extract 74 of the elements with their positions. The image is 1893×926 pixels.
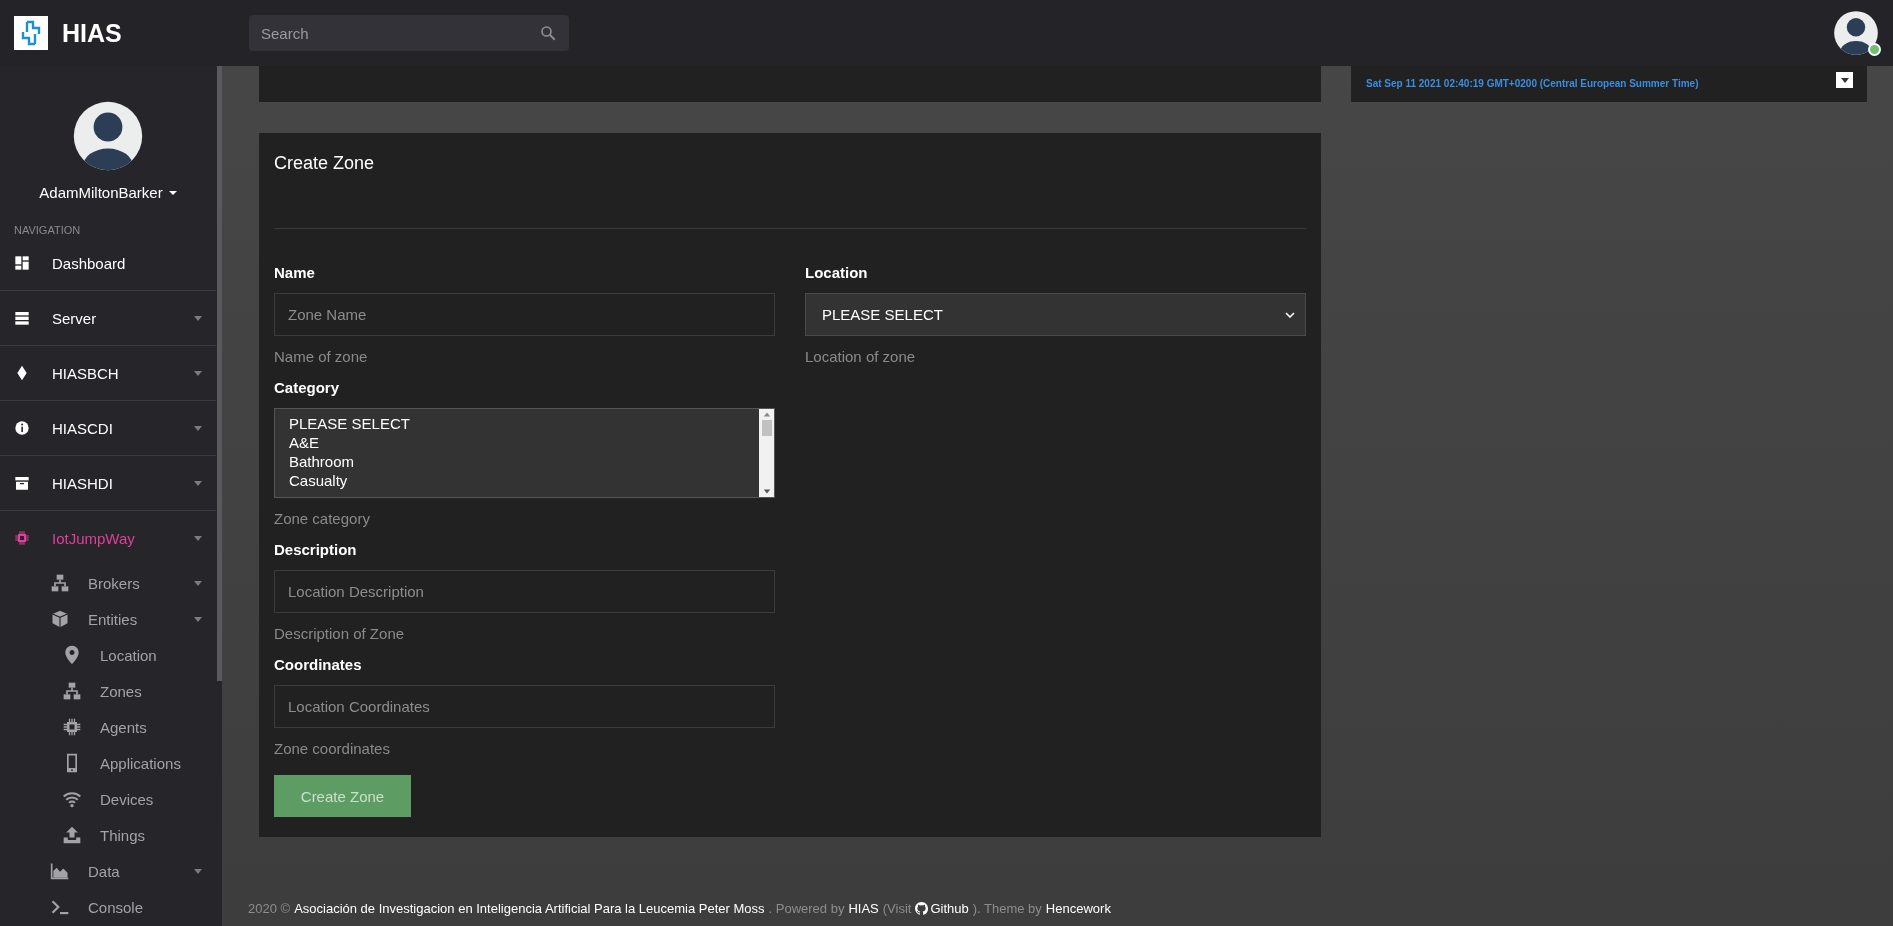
user-avatar[interactable] — [1833, 10, 1879, 56]
cube-icon — [50, 609, 70, 629]
field-label: Description — [274, 541, 358, 558]
field-label: Name — [274, 264, 316, 281]
nav-item[interactable]: HIASCDI — [0, 401, 216, 455]
footer-link[interactable]: Hencework — [1045, 901, 1111, 916]
card-title: Create Zone — [274, 153, 376, 174]
listbox-option[interactable]: PLEASE SELECT — [289, 414, 745, 433]
logo-icon[interactable] — [14, 16, 48, 50]
nav-item[interactable]: Console — [0, 889, 216, 925]
category-listbox[interactable]: PLEASE SELECT A&E Bathroom Casualty — [274, 408, 775, 498]
footer-text: ). Theme by — [972, 901, 1042, 916]
info-icon — [14, 420, 30, 436]
help-text: Description of Zone — [274, 625, 406, 642]
network-icon — [50, 573, 70, 593]
listbox-option[interactable]: Casualty — [289, 471, 745, 490]
dropdown-button[interactable] — [1836, 72, 1853, 88]
user-menu[interactable]: AdamMiltonBarker — [39, 184, 177, 201]
nav-item[interactable]: Location — [0, 637, 216, 673]
help-text: Zone category — [274, 510, 371, 527]
scroll-up-icon[interactable] — [762, 411, 771, 417]
footer-text: . Powered by — [768, 901, 845, 916]
timestamp: Sat Sep 11 2021 02:40:19 GMT+0200 (Central European Summer Time) — [1366, 78, 1699, 89]
help-text: Location of zone — [805, 348, 917, 365]
nav-item[interactable]: HIASHDI — [0, 456, 216, 510]
nav-item[interactable]: Things — [0, 817, 216, 853]
help-text: Name of zone — [274, 348, 369, 365]
caret-icon — [1840, 77, 1849, 83]
chip-icon — [62, 717, 82, 737]
section-label: NAVIGATION — [13, 223, 82, 236]
scroll-thumb[interactable] — [761, 420, 772, 436]
scrollbar[interactable] — [217, 66, 222, 681]
nav-item[interactable]: Dashboard — [0, 236, 216, 290]
footer-link[interactable]: HIAS — [848, 901, 879, 916]
footer-text: (Visit — [882, 901, 912, 916]
nav-item[interactable]: Zones — [0, 673, 216, 709]
network-icon — [62, 681, 82, 701]
scroll-down-icon[interactable] — [762, 489, 771, 495]
scrollbar[interactable] — [759, 409, 774, 497]
dashboard-icon — [14, 255, 30, 271]
pin-icon — [62, 645, 82, 665]
select-field[interactable]: PLEASE SELECT — [805, 293, 1306, 336]
field-label: Coordinates — [274, 656, 363, 673]
listbox-option[interactable]: Bathroom — [289, 452, 745, 471]
search-icon[interactable] — [539, 24, 557, 42]
input-field[interactable]: Location Description — [274, 570, 775, 613]
footer-link[interactable]: Asociación de Investigacion en Inteligencia Artificial Para la Leucemia Peter Moss — [294, 901, 765, 916]
server-icon — [14, 310, 30, 326]
nav-item[interactable]: Brokers — [0, 565, 216, 601]
chart-icon — [50, 861, 70, 881]
wifi-icon — [62, 789, 82, 809]
field-label: Category — [274, 379, 341, 396]
input-field[interactable]: Zone Name — [274, 293, 775, 336]
nav-item[interactable]: Server — [0, 291, 216, 345]
chip-icon — [14, 530, 30, 546]
search-field[interactable]: Search — [249, 15, 569, 51]
listbox-option[interactable]: A&E — [289, 433, 745, 452]
footer-link[interactable]: Github — [930, 901, 969, 916]
user-avatar[interactable] — [72, 100, 144, 172]
nav-item[interactable]: Devices — [0, 781, 216, 817]
brand-name[interactable]: HIAS — [62, 18, 122, 48]
upload-icon — [62, 825, 82, 845]
nav-item[interactable]: Data — [0, 853, 216, 889]
input-field[interactable]: Location Coordinates — [274, 685, 775, 728]
help-text: Zone coordinates — [274, 740, 391, 757]
nav-item[interactable]: IotJumpWay — [0, 511, 216, 565]
nav-item[interactable]: Applications — [0, 745, 216, 781]
archive-icon — [14, 475, 30, 491]
footer-text: 2020 © — [248, 901, 291, 916]
nav-item[interactable]: Entities — [0, 601, 216, 637]
field-label: Location — [805, 264, 869, 281]
chevron-icon — [1285, 311, 1295, 318]
nav-item[interactable]: Agents — [0, 709, 216, 745]
nav-item[interactable]: HIASBCH — [0, 346, 216, 400]
